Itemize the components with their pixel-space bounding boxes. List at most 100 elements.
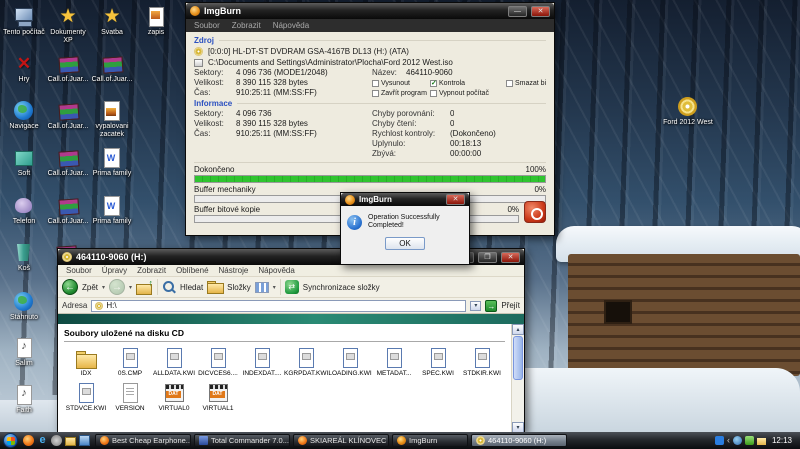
folders-icon[interactable]	[207, 281, 223, 293]
minimize-button[interactable]: —	[508, 6, 527, 17]
taskbar-clock[interactable]: 12:13	[769, 436, 795, 445]
desktop-icon-call-of-juarez-1[interactable]: Call.of.Juar...	[46, 53, 90, 84]
file-spec-kwi[interactable]: SPEC.KWI	[416, 347, 460, 377]
desktop-icon-svatba[interactable]: Svatba	[90, 6, 134, 37]
abort-button[interactable]	[524, 201, 546, 223]
vertical-scrollbar[interactable]	[511, 324, 524, 433]
settings-icon[interactable]	[51, 435, 62, 446]
desktop-icon-soft[interactable]: Soft	[2, 147, 46, 178]
menu-zobrazit[interactable]: Zobrazit	[137, 266, 166, 275]
views-dropdown-icon[interactable]: ▾	[273, 284, 276, 291]
folders-label[interactable]: Složky	[227, 283, 251, 292]
desktop-icon-my-computer[interactable]: Tento počítač	[2, 6, 46, 37]
address-combo[interactable]: H:\	[91, 300, 466, 312]
menu-oblibene[interactable]: Oblíbené	[176, 266, 208, 275]
checkbox-icon[interactable]	[372, 90, 379, 97]
file-alldata-kwi[interactable]: ALLDATA.KWI	[152, 347, 196, 377]
checkbox-icon[interactable]	[506, 80, 513, 87]
file-indexdat[interactable]: INDEXDAT....	[240, 347, 284, 377]
menu-upravy[interactable]: Úpravy	[102, 266, 127, 275]
collapse-chevron-icon[interactable]	[727, 436, 730, 445]
back-button[interactable]	[62, 279, 78, 295]
search-label[interactable]: Hledat	[180, 283, 203, 292]
menu-soubor[interactable]: Soubor	[194, 21, 220, 30]
desktop-icon-prima-family-1[interactable]: Prima family	[90, 147, 134, 178]
desktop-icon-kos[interactable]: Koš	[2, 242, 46, 273]
start-button[interactable]	[3, 433, 18, 448]
imgburn-titlebar[interactable]: ImgBurn — ✕	[186, 3, 554, 19]
file-metadat[interactable]: METADAT...	[372, 347, 416, 377]
scrollbar-thumb[interactable]	[513, 336, 523, 380]
menu-soubor[interactable]: Soubor	[66, 266, 92, 275]
desktop-icon-ford-2012-west[interactable]: Ford 2012 West	[658, 96, 718, 127]
file-os-cmp[interactable]: 0S.CMP	[108, 347, 152, 377]
desktop-icon-stahnuto[interactable]: Stáhnuto	[2, 291, 46, 322]
desktop-icon-call-of-juarez-4[interactable]: Call.of.Juar...	[46, 147, 90, 178]
sync-label[interactable]: Synchronizace složky	[303, 283, 380, 292]
ok-button[interactable]: OK	[385, 237, 425, 250]
file-loading-kwi[interactable]: LOADING.KWI	[328, 347, 372, 377]
go-label[interactable]: Přejít	[501, 301, 520, 310]
file-stdkir-kwi[interactable]: STDKIR.KWI	[460, 347, 504, 377]
close-button[interactable]: ✕	[501, 252, 520, 263]
sync-icon[interactable]	[285, 280, 299, 294]
checkbox-icon[interactable]	[430, 90, 437, 97]
close-button[interactable]: ✕	[531, 6, 550, 17]
checkbox-icon[interactable]: ✓	[430, 80, 437, 87]
checkbox-vysunout[interactable]: Vysunout	[372, 78, 430, 88]
menu-napoveda[interactable]: Nápověda	[258, 266, 294, 275]
file-virtual1[interactable]: VIRTUAL1	[196, 382, 240, 412]
desktop-icon-call-of-juarez-2[interactable]: Call.of.Juar...	[90, 53, 134, 84]
desktop-icon-telefon[interactable]: Telefon	[2, 195, 46, 226]
task-skiareal-klinovec[interactable]: SKIAREÁL KLÍNOVEC ...	[293, 434, 389, 447]
checkbox-zavrit-program[interactable]: Zavřít program	[372, 88, 430, 98]
desktop-icon-vypalovani-zacatek[interactable]: vypalovani zacatek	[90, 100, 134, 139]
scrollbar-track[interactable]	[512, 381, 524, 422]
maximize-button[interactable]: ❐	[478, 252, 497, 263]
folder-icon[interactable]	[65, 437, 76, 446]
task-total-commander[interactable]: Total Commander 7.0...	[194, 434, 290, 447]
checkbox-vypnout-pocitac[interactable]: Vypnout počítač	[430, 88, 506, 98]
internet-explorer-icon[interactable]	[37, 435, 48, 446]
menu-nastroje[interactable]: Nástroje	[219, 266, 249, 275]
file-dicvces6[interactable]: DICVCES6....	[196, 347, 240, 377]
desktop-icon-navigace[interactable]: Navigace	[2, 100, 46, 131]
search-icon[interactable]	[162, 280, 176, 294]
address-value[interactable]: H:\	[106, 301, 116, 310]
firefox-icon[interactable]	[23, 435, 34, 446]
task-best-cheap-earphone[interactable]: Best Cheap Earphone...	[95, 434, 191, 447]
task-imgburn[interactable]: ImgBurn	[392, 434, 468, 447]
status-tray-icon[interactable]	[745, 436, 754, 445]
desktop-icon-call-of-juarez-5[interactable]: Call.of.Juar...	[46, 195, 90, 226]
task-464110-9060-active[interactable]: 464110-9060 (H:)	[471, 434, 567, 447]
file-stdvce-kwi[interactable]: STDVCE.KWI	[64, 382, 108, 412]
back-label[interactable]: Zpět	[82, 283, 98, 292]
checkbox-smazat-bitovou-kopii[interactable]: Smazat bitovou kopii	[506, 78, 546, 88]
scroll-up-icon[interactable]	[512, 324, 524, 335]
menu-napoveda[interactable]: Nápověda	[273, 21, 309, 30]
network-tray-icon[interactable]	[733, 436, 742, 445]
folder-tray-icon[interactable]	[757, 438, 766, 445]
desktop-icon-dokumenty-xp[interactable]: Dokumenty XP	[46, 6, 90, 45]
desktop-icon-prima-family-2[interactable]: Prima family	[90, 195, 134, 226]
views-icon[interactable]	[255, 282, 269, 293]
dialog-titlebar[interactable]: ImgBurn ✕	[341, 193, 469, 206]
desktop-icon-zapis[interactable]: zapis	[134, 6, 178, 37]
forward-button[interactable]	[109, 279, 125, 295]
checkbox-kontrola[interactable]: ✓Kontrola	[430, 78, 506, 88]
go-icon[interactable]	[485, 300, 497, 312]
desktop-icon-faith[interactable]: Faith	[2, 384, 46, 415]
up-folder-icon[interactable]	[136, 280, 153, 294]
file-idx[interactable]: IDX	[64, 347, 108, 377]
checkbox-icon[interactable]	[372, 80, 379, 87]
messenger-tray-icon[interactable]	[715, 436, 724, 445]
menu-zobrazit[interactable]: Zobrazit	[232, 21, 261, 30]
close-button[interactable]: ✕	[446, 194, 465, 205]
address-dropdown-icon[interactable]	[470, 301, 481, 311]
desktop-icon-call-of-juarez-3[interactable]: Call.of.Juar...	[46, 100, 90, 131]
forward-dropdown-icon[interactable]: ▾	[129, 284, 132, 291]
desktop-icon-salim[interactable]: Salim	[2, 337, 46, 368]
back-dropdown-icon[interactable]: ▾	[102, 284, 105, 291]
show-desktop-icon[interactable]	[79, 435, 90, 446]
file-version[interactable]: VERSION	[108, 382, 152, 412]
